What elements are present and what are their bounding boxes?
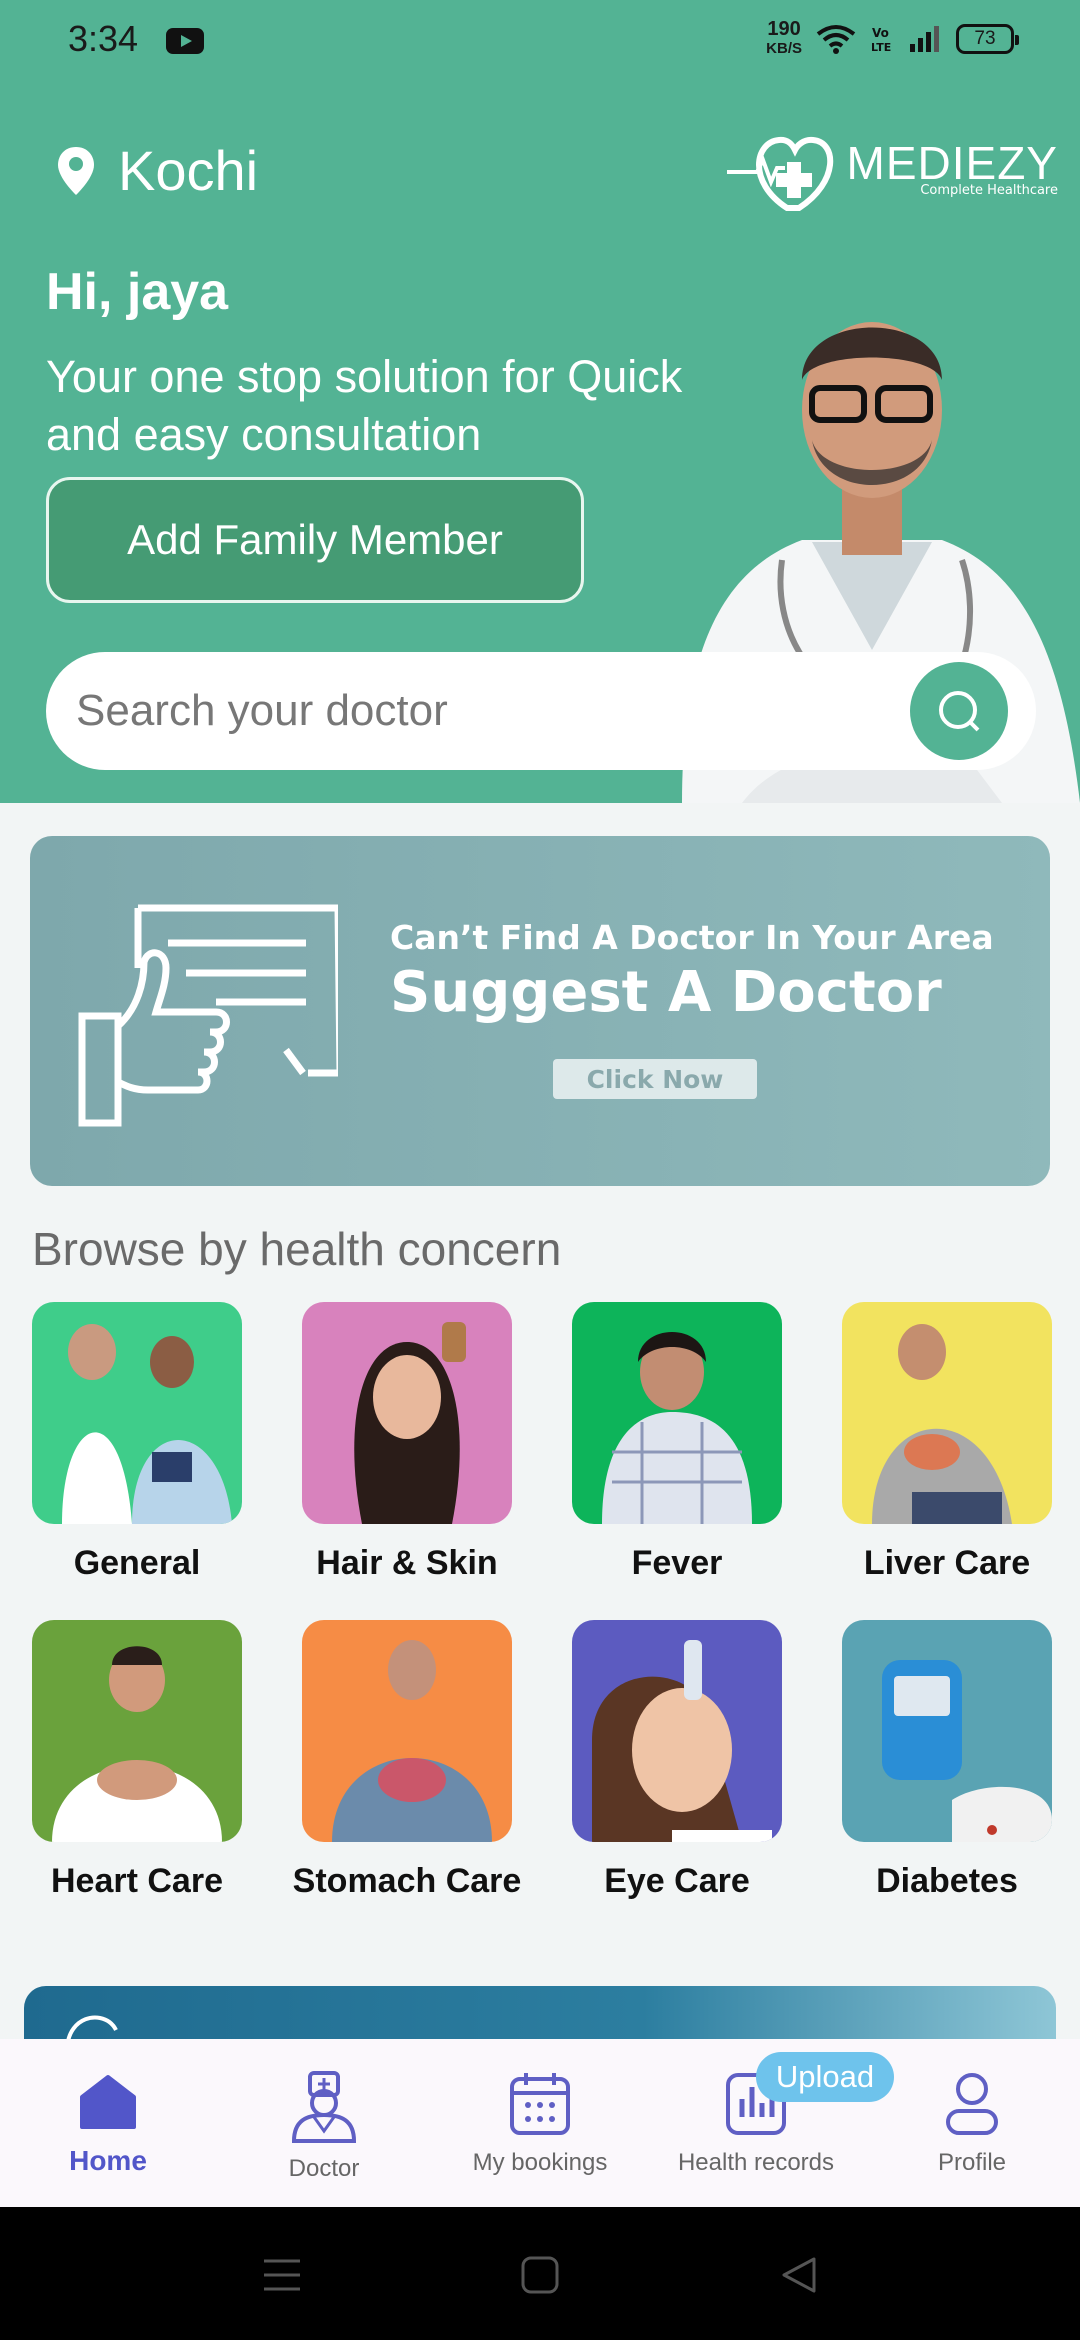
concern-general-image: [32, 1302, 242, 1524]
concern-label: Heart Care: [51, 1862, 223, 1900]
location-selector[interactable]: Kochi: [56, 138, 258, 203]
concern-label: Diabetes: [876, 1862, 1018, 1900]
search-icon: [939, 691, 980, 732]
concern-label: General: [73, 1544, 201, 1582]
nav-doctor[interactable]: Doctor: [224, 2069, 424, 2183]
concern-stomach-care-image: [302, 1620, 512, 1842]
battery-icon: 73: [956, 24, 1019, 54]
nav-profile-label: Profile: [937, 2149, 1007, 2176]
logo-word: MEDIEZY: [846, 136, 1058, 189]
concern-fever-image: [572, 1302, 782, 1524]
nav-doctor-label: Doctor: [288, 2155, 360, 2182]
status-time: 3:34: [68, 18, 139, 59]
wifi-icon: [816, 25, 856, 54]
concern-general[interactable]: General: [32, 1302, 242, 1583]
menu-icon[interactable]: [262, 2257, 302, 2293]
nav-profile[interactable]: Profile: [872, 2069, 1072, 2177]
signal-icon: [910, 26, 939, 52]
nav-health-records-label: Health records: [677, 2149, 835, 2176]
concern-label: Fever: [631, 1544, 723, 1582]
heart-cross-logo-icon: [726, 136, 833, 211]
concern-eye-care-image: [572, 1620, 782, 1842]
concern-heart-care[interactable]: Heart Care: [32, 1620, 242, 1901]
concern-stomach-care[interactable]: Stomach Care: [293, 1620, 521, 1901]
network-speed-value: 190: [767, 18, 801, 40]
concern-label: Liver Care: [863, 1544, 1031, 1582]
home-square-icon[interactable]: [520, 2255, 560, 2295]
greeting: Hi, jaya: [46, 263, 229, 321]
back-icon[interactable]: [778, 2255, 818, 2295]
concern-diabetes[interactable]: Diabetes: [842, 1620, 1052, 1901]
nav-my-bookings-label: My bookings: [472, 2149, 608, 2176]
home-icon: [80, 2075, 136, 2129]
search-button[interactable]: [910, 662, 1008, 760]
hero-tagline: Your one stop solution for Quick and eas…: [46, 351, 683, 460]
concern-hair-skin-image: [302, 1302, 512, 1524]
status-indicators: 190 KB/S Vo LTE 73: [766, 18, 1019, 58]
hero-section: 3:34 190 KB/S Vo LTE 73 Kochi MEDIEZY Com…: [0, 0, 1080, 803]
svg-text:Vo: Vo: [872, 26, 889, 40]
location-pin-icon: [58, 146, 94, 195]
doctor-icon: [291, 2071, 357, 2143]
banner-title: Suggest A Doctor: [390, 960, 942, 1025]
mediezy-logo: MEDIEZY Complete Healthcare: [726, 124, 1058, 214]
location-name: Kochi: [118, 139, 259, 202]
concern-label: Stomach Care: [292, 1862, 522, 1900]
concern-liver-care-image: [842, 1302, 1052, 1524]
system-navigation-bar: [0, 2207, 1080, 2340]
bottom-navigation: Home Doctor My bookings Health records P…: [0, 2039, 1080, 2207]
click-now-button[interactable]: Click Now: [553, 1059, 757, 1099]
upload-badge[interactable]: Upload: [756, 2052, 894, 2102]
concern-fever[interactable]: Fever: [572, 1302, 782, 1583]
nav-home[interactable]: Home: [8, 2069, 208, 2177]
youtube-notification-icon: [166, 28, 204, 54]
search-bar[interactable]: Search your doctor: [46, 652, 1036, 770]
calendar-icon: [510, 2073, 570, 2135]
health-concern-title: Browse by health concern: [32, 1223, 562, 1275]
concern-label: Hair & Skin: [316, 1544, 498, 1582]
network-speed-unit: KB/S: [766, 40, 802, 57]
network-speed: 190 KB/S: [766, 18, 802, 58]
nav-home-label: Home: [69, 2145, 147, 2176]
concern-liver-care[interactable]: Liver Care: [842, 1302, 1052, 1583]
banner-subtitle: Can’t Find A Doctor In Your Area: [390, 918, 994, 957]
suggest-doctor-banner[interactable]: Can’t Find A Doctor In Your Area Suggest…: [30, 836, 1050, 1186]
volte-icon: VoLTE: [871, 26, 891, 54]
profile-icon: [946, 2073, 998, 2135]
svg-text:LTE: LTE: [871, 41, 891, 54]
concern-heart-care-image: [32, 1620, 242, 1842]
concern-eye-care[interactable]: Eye Care: [572, 1620, 782, 1901]
concern-label: Eye Care: [604, 1862, 750, 1900]
status-bar: 3:34 190 KB/S Vo LTE 73: [0, 0, 1080, 84]
search-input[interactable]: Search your doctor: [76, 686, 448, 736]
nav-my-bookings[interactable]: My bookings: [440, 2069, 640, 2177]
thumbs-up-chat-icon: [78, 904, 338, 1127]
add-family-member-button[interactable]: Add Family Member: [46, 477, 584, 603]
concern-hair-skin[interactable]: Hair & Skin: [302, 1302, 512, 1583]
concern-diabetes-image: [842, 1620, 1052, 1842]
